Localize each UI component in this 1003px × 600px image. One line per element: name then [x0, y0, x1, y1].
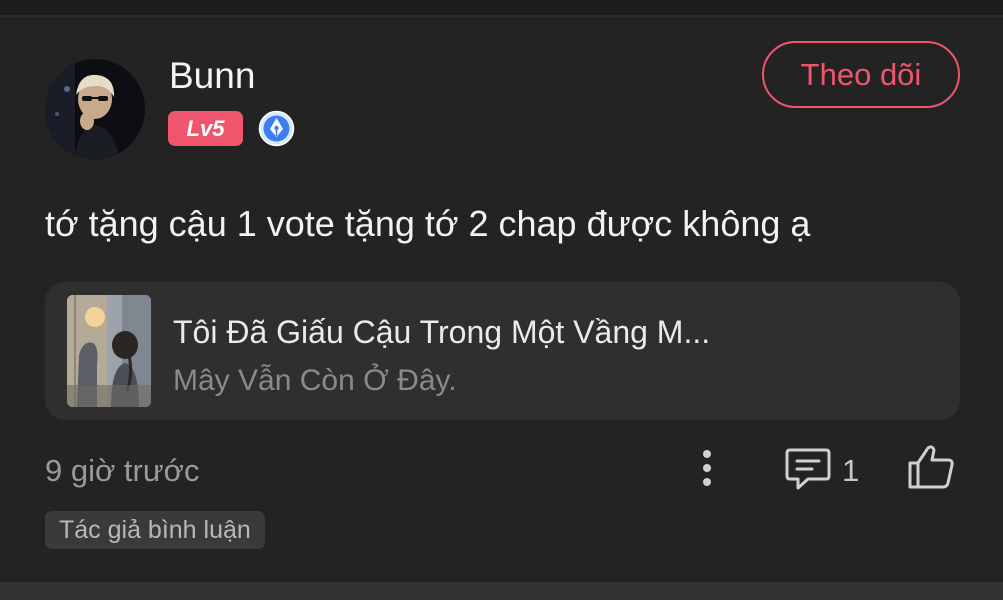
- comment-text: tớ tặng cậu 1 vote tặng tớ 2 chap được k…: [45, 203, 811, 244]
- avatar-photo: [45, 59, 145, 159]
- username[interactable]: Bunn: [169, 55, 255, 97]
- avatar[interactable]: [45, 59, 145, 159]
- author-tag: Tác giả bình luận: [45, 511, 265, 549]
- book-subtitle: Mây Vẫn Còn Ở Đây.: [173, 364, 457, 397]
- reply-icon[interactable]: [784, 446, 832, 492]
- timestamp: 9 giờ trước: [45, 453, 200, 488]
- book-title: Tôi Đã Giấu Cậu Trong Một Vầng M...: [173, 314, 711, 350]
- bottom-divider: [0, 582, 1003, 600]
- reply-count: 1: [842, 453, 860, 488]
- book-cover: [67, 295, 151, 407]
- book-card[interactable]: Tôi Đã Giấu Cậu Trong Một Vầng M... Mây …: [45, 282, 960, 420]
- book-cover-image: [67, 295, 151, 407]
- level-badge: Lv5: [168, 111, 243, 146]
- top-divider: [0, 0, 1003, 17]
- thumbs-up-icon[interactable]: [906, 443, 956, 491]
- author-pen-icon: [258, 110, 295, 147]
- more-options-icon[interactable]: [690, 446, 724, 490]
- follow-button[interactable]: Theo dõi: [762, 41, 960, 108]
